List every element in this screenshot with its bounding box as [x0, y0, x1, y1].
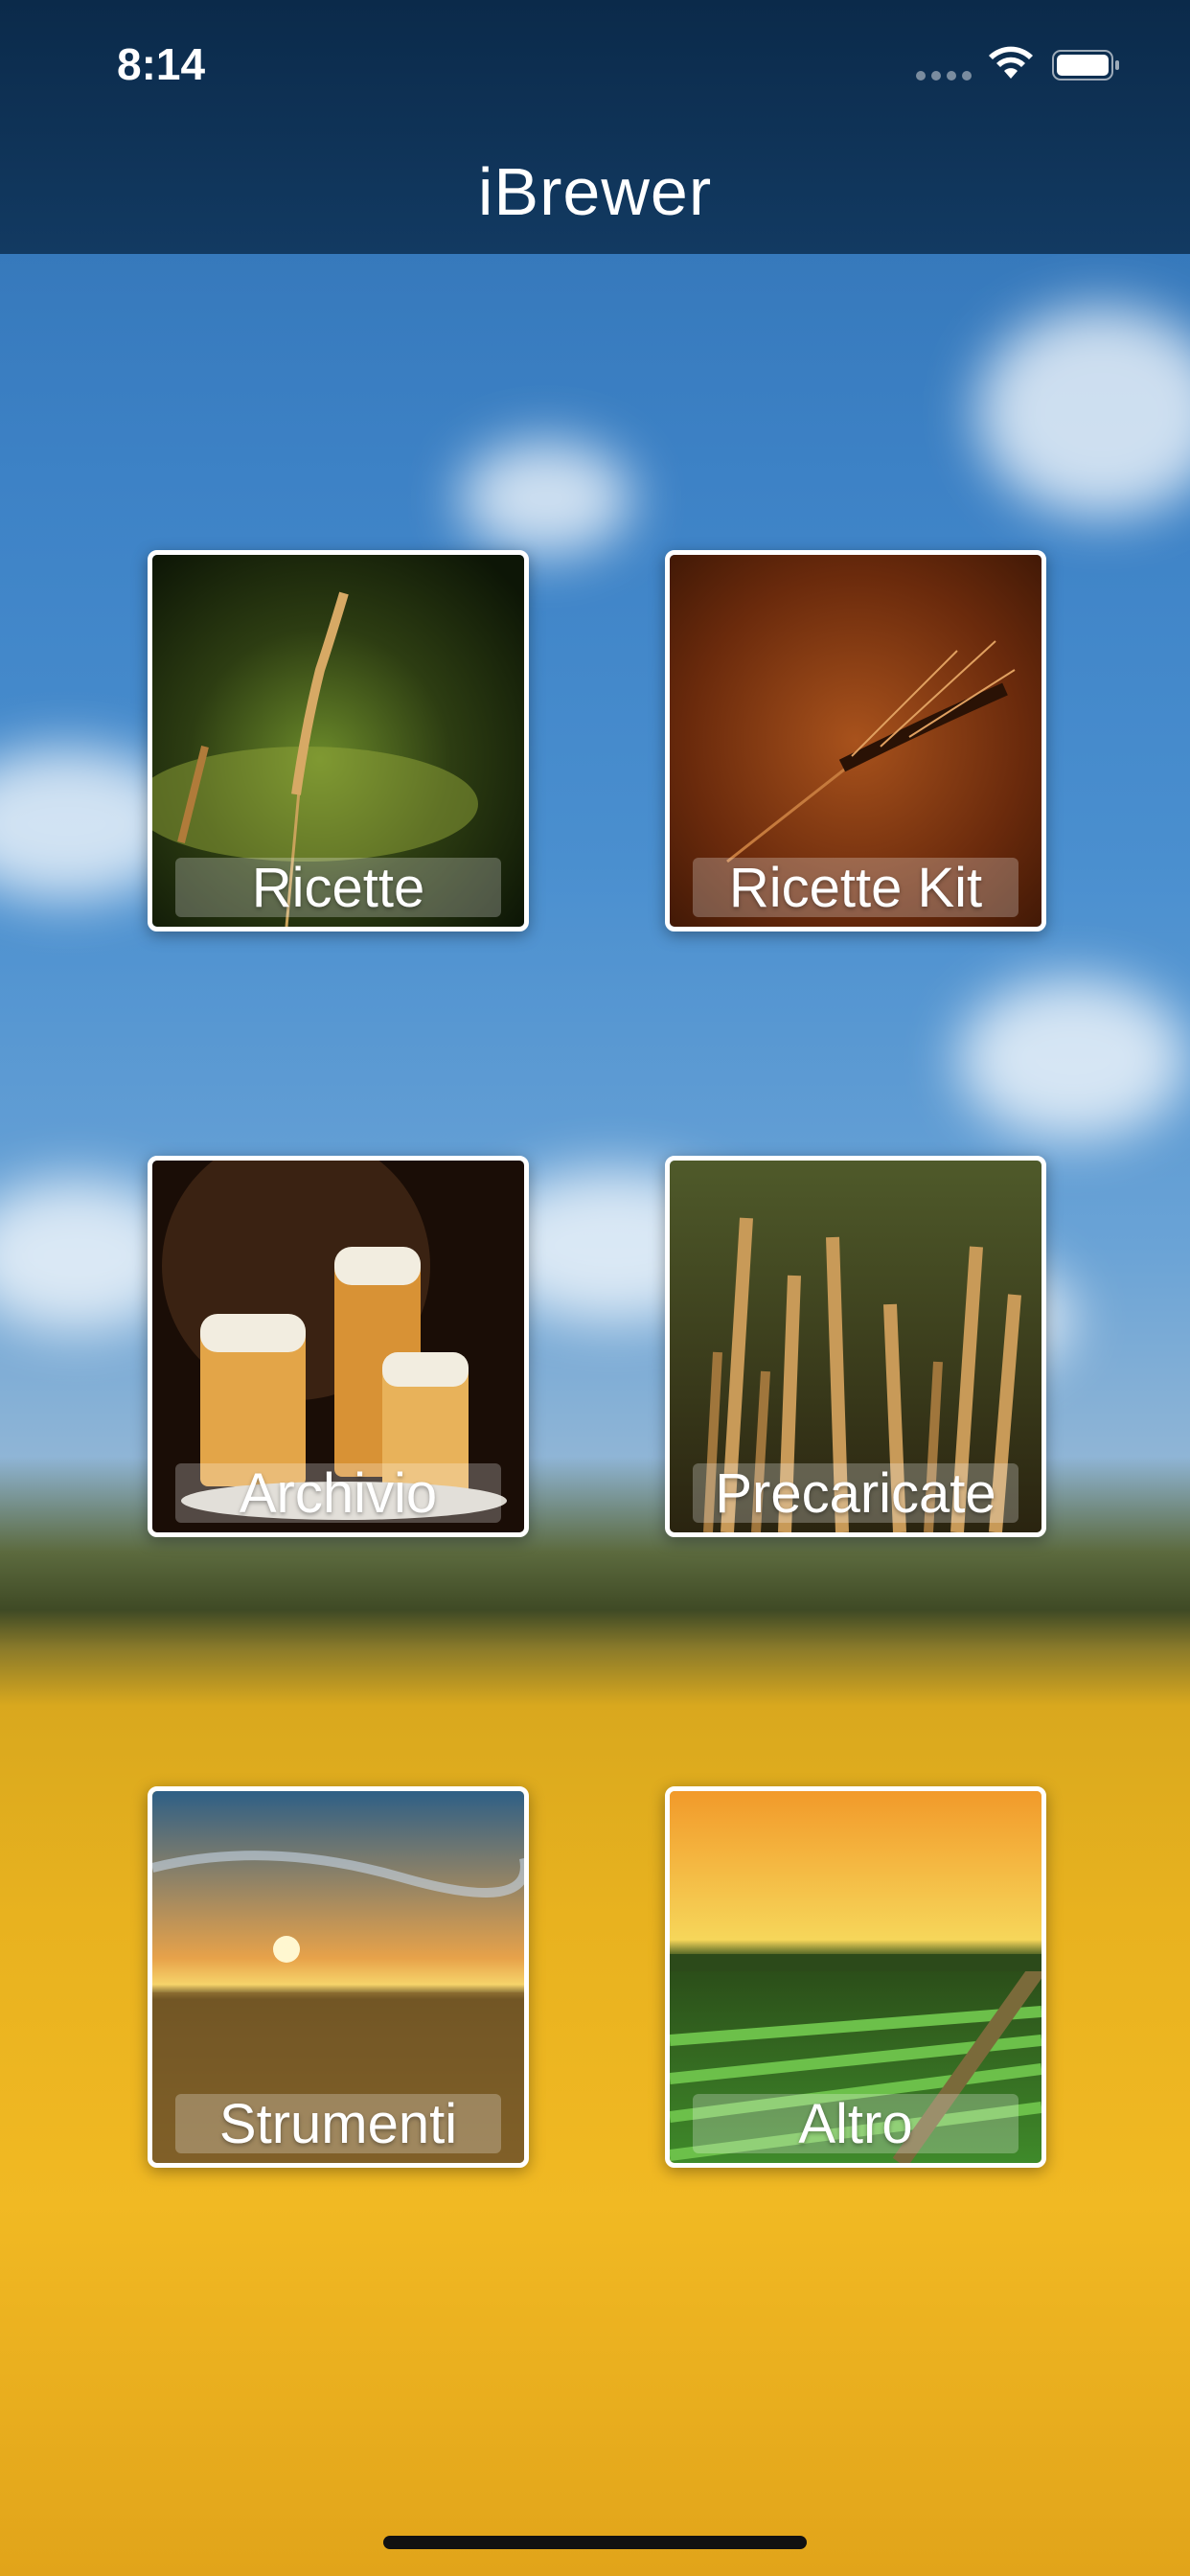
tile-strumenti[interactable]: Strumenti [148, 1786, 529, 2168]
tile-label: Archivio [239, 1461, 438, 1525]
battery-icon [1052, 50, 1119, 80]
tile-label: Ricette [251, 856, 425, 919]
tile-label: Altro [798, 2092, 913, 2155]
tile-label-box: Precaricate [693, 1461, 1018, 1525]
tile-label-box: Strumenti [175, 2092, 501, 2155]
tile-precaricate[interactable]: Precaricate [665, 1156, 1046, 1537]
app-screen: 8:14 iBrewer Ricette Ricette Kit Archivi… [0, 0, 1190, 2576]
page-title: iBrewer [477, 154, 713, 229]
tile-label-box: Archivio [175, 1461, 501, 1525]
tile-ricette[interactable]: Ricette [148, 550, 529, 932]
wifi-icon [989, 46, 1033, 79]
status-time: 8:14 [117, 39, 206, 89]
tile-label: Ricette Kit [728, 856, 983, 919]
tile-altro[interactable]: Altro [665, 1786, 1046, 2168]
tile-ricette-kit[interactable]: Ricette Kit [665, 550, 1046, 932]
tile-label-box: Ricette [175, 856, 501, 919]
tile-label: Strumenti [218, 2092, 458, 2155]
signal-dots-icon [916, 71, 972, 80]
tile-label-box: Ricette Kit [693, 856, 1018, 919]
home-indicator[interactable] [383, 2536, 807, 2549]
tile-label: Precaricate [715, 1461, 996, 1525]
navigation-bar: 8:14 iBrewer [0, 0, 1190, 254]
tile-label-box: Altro [693, 2092, 1018, 2155]
tile-archivio[interactable]: Archivio [148, 1156, 529, 1537]
